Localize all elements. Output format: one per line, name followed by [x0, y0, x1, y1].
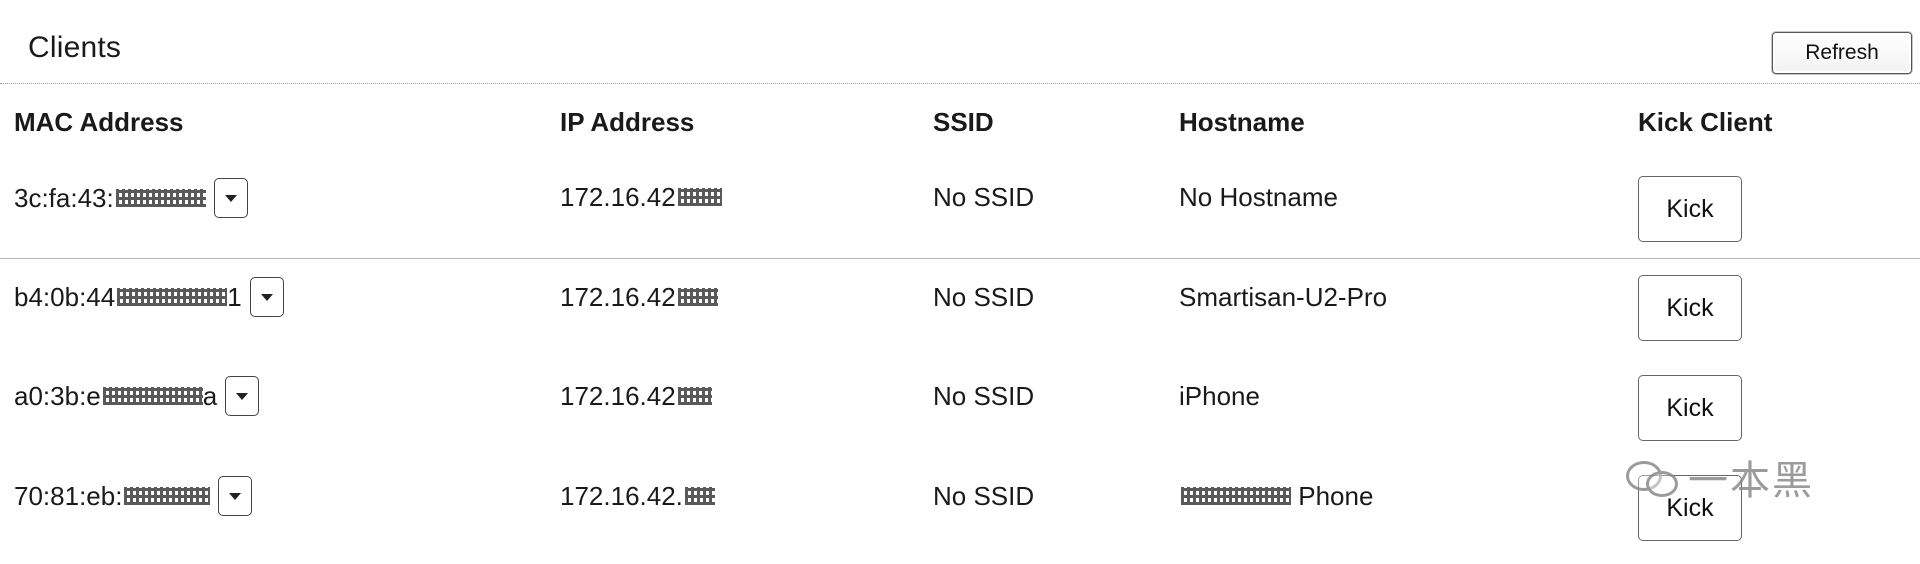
mac-address-suffix: a — [202, 380, 218, 411]
chevron-down-icon — [224, 194, 237, 202]
table-row-ip: 172.16.42. — [560, 481, 715, 512]
mac-address-text: 3c:fa:43: — [14, 182, 114, 213]
hostname-text: Smartisan-U2-Pro — [1179, 282, 1388, 312]
ssid-text: No SSID — [933, 182, 1035, 212]
redacted-mask — [684, 487, 715, 505]
table-row-mac: 70:81:eb: — [14, 476, 253, 516]
redacted-mask — [677, 188, 722, 206]
redacted-mask — [677, 288, 718, 306]
table-row-mac: 3c:fa:43: — [14, 178, 248, 218]
chevron-down-icon — [260, 293, 273, 301]
column-header-hostname: Hostname — [1179, 107, 1305, 137]
column-header-ssid: SSID — [933, 107, 994, 137]
mac-address-text: a0:3b:e — [14, 380, 101, 411]
table-row-ip: 172.16.42 — [560, 182, 722, 213]
hostname-text: iPhone — [1179, 381, 1260, 411]
redacted-mask — [117, 288, 228, 306]
redacted-mask — [124, 487, 211, 505]
ip-address-text: 172.16.42 — [560, 282, 676, 312]
table-row-ip: 172.16.42 — [560, 381, 712, 412]
ssid-text: No SSID — [933, 282, 1035, 312]
table-row-mac: a0:3b:e a — [14, 376, 260, 416]
hostname-cell: Phone — [1179, 481, 1373, 512]
mac-address-suffix: 1 — [227, 281, 242, 312]
mac-address-text: 70:81:eb: — [14, 480, 123, 511]
hostname-text: Phone — [1298, 481, 1374, 511]
kick-button[interactable]: Kick — [1638, 375, 1742, 441]
redacted-mask — [102, 387, 203, 405]
ssid-text: No SSID — [933, 481, 1035, 511]
column-header-kick-client: Kick Client — [1638, 107, 1773, 137]
clients-panel: Clients Refresh MAC Address IP Address S… — [0, 0, 1920, 564]
table-row-mac: b4:0b:44 1 — [14, 277, 284, 317]
mac-dropdown-button[interactable] — [218, 476, 253, 516]
ip-address-text: 172.16.42 — [560, 381, 676, 411]
kick-button[interactable]: Kick — [1638, 475, 1742, 541]
row-divider — [0, 258, 1920, 259]
chevron-down-icon — [229, 492, 242, 500]
column-header-ip-address: IP Address — [560, 107, 695, 137]
redacted-mask — [677, 387, 712, 405]
ip-address-text: 172.16.42 — [560, 182, 676, 212]
page-title: Clients — [28, 31, 122, 64]
mac-address-text: b4:0b:44 — [14, 281, 116, 312]
chevron-down-icon — [236, 392, 249, 400]
mac-dropdown-button[interactable] — [249, 277, 284, 317]
hostname-text: No Hostname — [1179, 182, 1338, 212]
kick-button[interactable]: Kick — [1638, 176, 1742, 242]
refresh-button[interactable]: Refresh — [1772, 32, 1912, 74]
ip-address-text: 172.16.42. — [560, 481, 683, 511]
redacted-mask — [1181, 487, 1291, 505]
mac-dropdown-button[interactable] — [213, 178, 248, 218]
column-header-mac-address: MAC Address — [14, 107, 184, 137]
panel-header: Clients Refresh — [0, 0, 1920, 84]
kick-button[interactable]: Kick — [1638, 275, 1742, 341]
redacted-mask — [115, 189, 206, 207]
ssid-text: No SSID — [933, 381, 1035, 411]
table-row-ip: 172.16.42 — [560, 282, 718, 313]
mac-dropdown-button[interactable] — [225, 376, 260, 416]
